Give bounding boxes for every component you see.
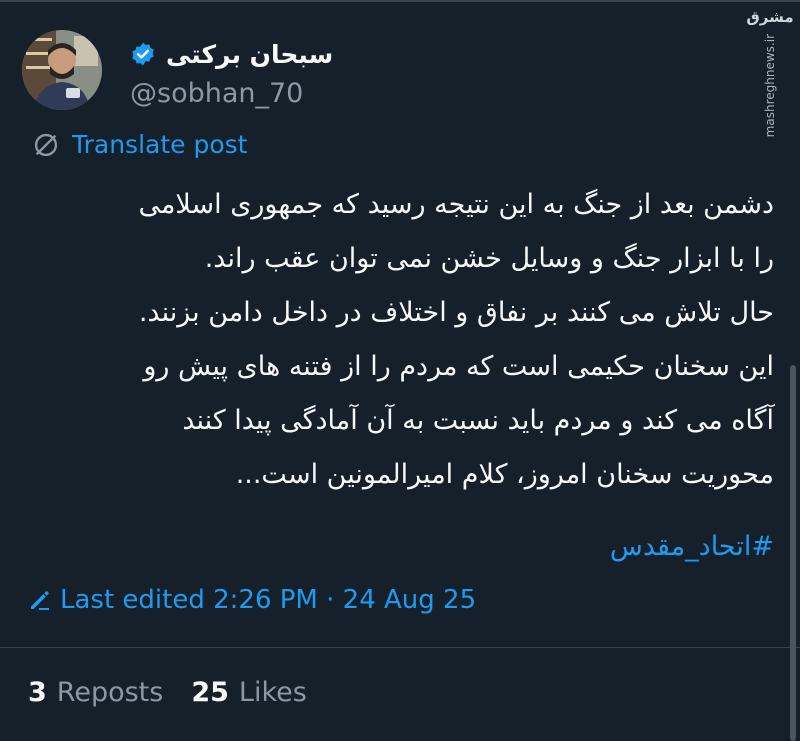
last-edited-link[interactable]: Last edited 2:26 PM · 24 Aug 25 xyxy=(28,580,476,620)
translate-post-label: Translate post xyxy=(72,130,248,159)
translate-globe-icon xyxy=(34,133,58,156)
post-line: آگاه می کند و مردم باید نسبت به آن آمادگ… xyxy=(182,405,774,436)
avatar[interactable] xyxy=(22,30,102,110)
post-body: دشمن بعد از جنگ به این نتیجه رسید که جمه… xyxy=(28,178,774,502)
post-line: دشمن بعد از جنگ به این نتیجه رسید که جمه… xyxy=(138,189,774,220)
post-line: محوریت سخنان امروز، کلام امیرالمونین است… xyxy=(235,459,774,490)
stats-divider xyxy=(0,647,800,648)
scrollbar[interactable] xyxy=(790,365,796,741)
author-display-name[interactable]: سبحان برکتی xyxy=(166,40,333,69)
likes-label[interactable]: Likes xyxy=(239,677,307,708)
verified-badge-icon xyxy=(132,42,154,66)
author-name-row: سبحان برکتی xyxy=(130,38,333,70)
post-line: حال تلاش می کنند بر نفاق و اختلاف در داخ… xyxy=(138,297,774,328)
reposts-label[interactable]: Reposts xyxy=(57,677,164,708)
top-divider xyxy=(0,0,800,2)
reposts-count[interactable]: 3 xyxy=(28,677,47,708)
watermark: مشرق mashreghnews.ir xyxy=(746,8,794,137)
author-handle[interactable]: @sobhan_70 xyxy=(130,78,303,109)
hashtag-link[interactable]: #اتحاد_مقدس xyxy=(400,520,774,574)
likes-count[interactable]: 25 xyxy=(191,677,229,708)
avatar-image xyxy=(22,30,102,110)
engagement-stats: 3 Reposts 25 Likes xyxy=(28,672,307,712)
watermark-site: mashreghnews.ir xyxy=(763,34,777,138)
post-line: را با ابزار جنگ و وسایل خشن نمی توان عقب… xyxy=(204,243,774,274)
pencil-icon xyxy=(31,591,49,610)
last-edited-text: Last edited 2:26 PM · 24 Aug 25 xyxy=(60,585,477,615)
post-line: این سخنان حکیمی است که مردم را از فتنه ه… xyxy=(143,351,774,382)
watermark-logo: مشرق xyxy=(746,8,794,26)
translate-post-button[interactable]: Translate post xyxy=(32,130,247,159)
